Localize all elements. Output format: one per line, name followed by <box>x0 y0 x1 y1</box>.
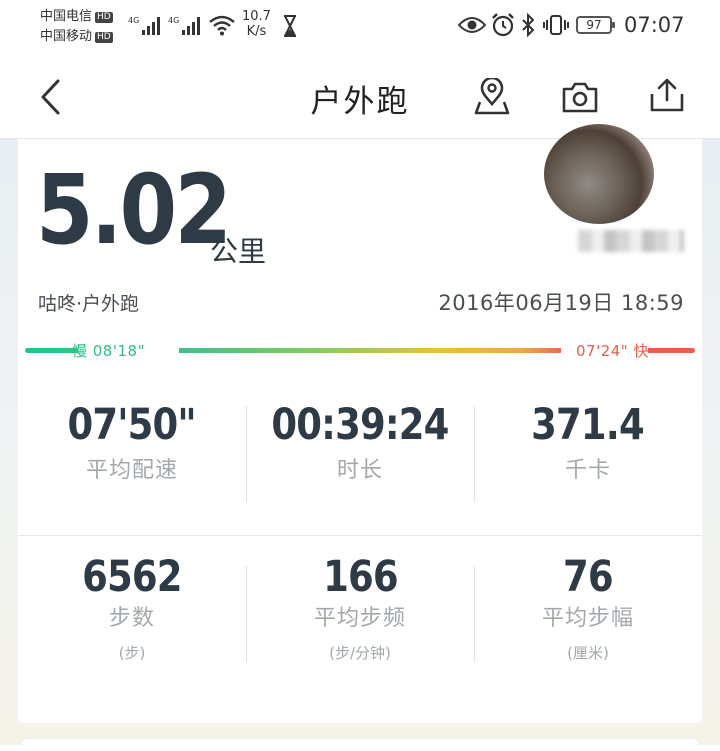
stat-value: 76 <box>563 552 614 602</box>
share-icon[interactable] <box>648 76 686 114</box>
stat-value: 371.4 <box>531 400 646 450</box>
stat-unit: (步) <box>118 644 146 662</box>
network-speed: 10.7 K/s <box>242 9 271 39</box>
network-type-1: 4G <box>128 16 139 25</box>
page-title: 户外跑 <box>310 84 410 120</box>
run-datetime: 2016年06月19日 18:59 <box>438 291 684 315</box>
stats-grid: 07'50" 平均配速 00:39:24 时长 371.4 千卡 6562 步数… <box>18 380 702 724</box>
stat-label: 时长 <box>336 458 383 483</box>
location-pin-icon[interactable] <box>473 78 511 116</box>
username-blurred <box>578 230 684 252</box>
network-type-2: 4G <box>168 16 179 25</box>
alarm-icon <box>492 13 514 37</box>
stat-cadence: 166 平均步频 (步/分钟) <box>246 536 474 663</box>
speed-value: 10.7 <box>242 9 271 24</box>
signal-icon: 4G <box>168 16 200 35</box>
stat-label: 平均步频 <box>313 606 406 631</box>
stat-unit: (步/分钟) <box>329 644 391 662</box>
pace-slow-label: 慢 08'18" <box>72 342 145 360</box>
eye-icon <box>458 17 486 33</box>
status-time: 07:07 <box>624 13 685 37</box>
divider <box>246 566 247 662</box>
stat-value: 07'50" <box>67 400 197 450</box>
bluetooth-icon <box>522 13 535 37</box>
battery-indicator: 97 <box>576 16 615 34</box>
divider <box>474 406 475 502</box>
stats-row: 6562 步数 (步) 166 平均步频 (步/分钟) 76 平均步幅 (厘米) <box>18 535 702 724</box>
stat-label: 平均步幅 <box>541 606 634 631</box>
stats-row: 07'50" 平均配速 00:39:24 时长 371.4 千卡 <box>18 380 702 535</box>
stat-steps: 6562 步数 (步) <box>18 536 246 663</box>
hd-badge: HD <box>95 32 113 43</box>
vibrate-icon <box>543 15 569 35</box>
stat-value: 6562 <box>82 552 182 602</box>
speed-unit: K/s <box>246 24 267 39</box>
stat-duration: 00:39:24 时长 <box>246 380 474 484</box>
pace-fast-label: 07'24" 快 <box>576 342 649 360</box>
stat-label: 千卡 <box>564 458 611 483</box>
stat-unit: (厘米) <box>567 644 609 662</box>
carrier-2-label: 中国移动 <box>40 29 93 44</box>
distance-value: 5.02 <box>36 154 232 266</box>
stat-label: 平均配速 <box>85 458 178 483</box>
carrier-1-label: 中国电信 <box>40 9 93 24</box>
camera-icon[interactable] <box>561 80 599 114</box>
divider <box>246 406 247 502</box>
stat-label: 步数 <box>108 606 155 631</box>
wifi-icon <box>209 15 235 36</box>
battery-level: 97 <box>586 18 602 32</box>
stat-stride: 76 平均步幅 (厘米) <box>474 536 702 663</box>
stat-calories: 371.4 千卡 <box>474 380 702 484</box>
divider <box>474 566 475 662</box>
carrier-1: 中国电信 HD <box>40 9 113 25</box>
status-bar: 中国电信 HD 中国移动 HD 4G 4G 10.7 K/s 97 07:07 <box>0 0 720 50</box>
sport-label: 咕咚·户外跑 <box>38 293 140 315</box>
hourglass-icon <box>284 15 296 37</box>
avatar[interactable] <box>544 124 654 224</box>
hd-badge: HD <box>95 12 113 23</box>
stat-value: 166 <box>322 552 398 602</box>
stat-avg-pace: 07'50" 平均配速 <box>18 380 246 484</box>
distance-unit: 公里 <box>210 235 267 268</box>
carrier-2: 中国移动 HD <box>40 29 113 45</box>
stat-value: 00:39:24 <box>271 400 449 450</box>
signal-icon: 4G <box>128 16 160 35</box>
